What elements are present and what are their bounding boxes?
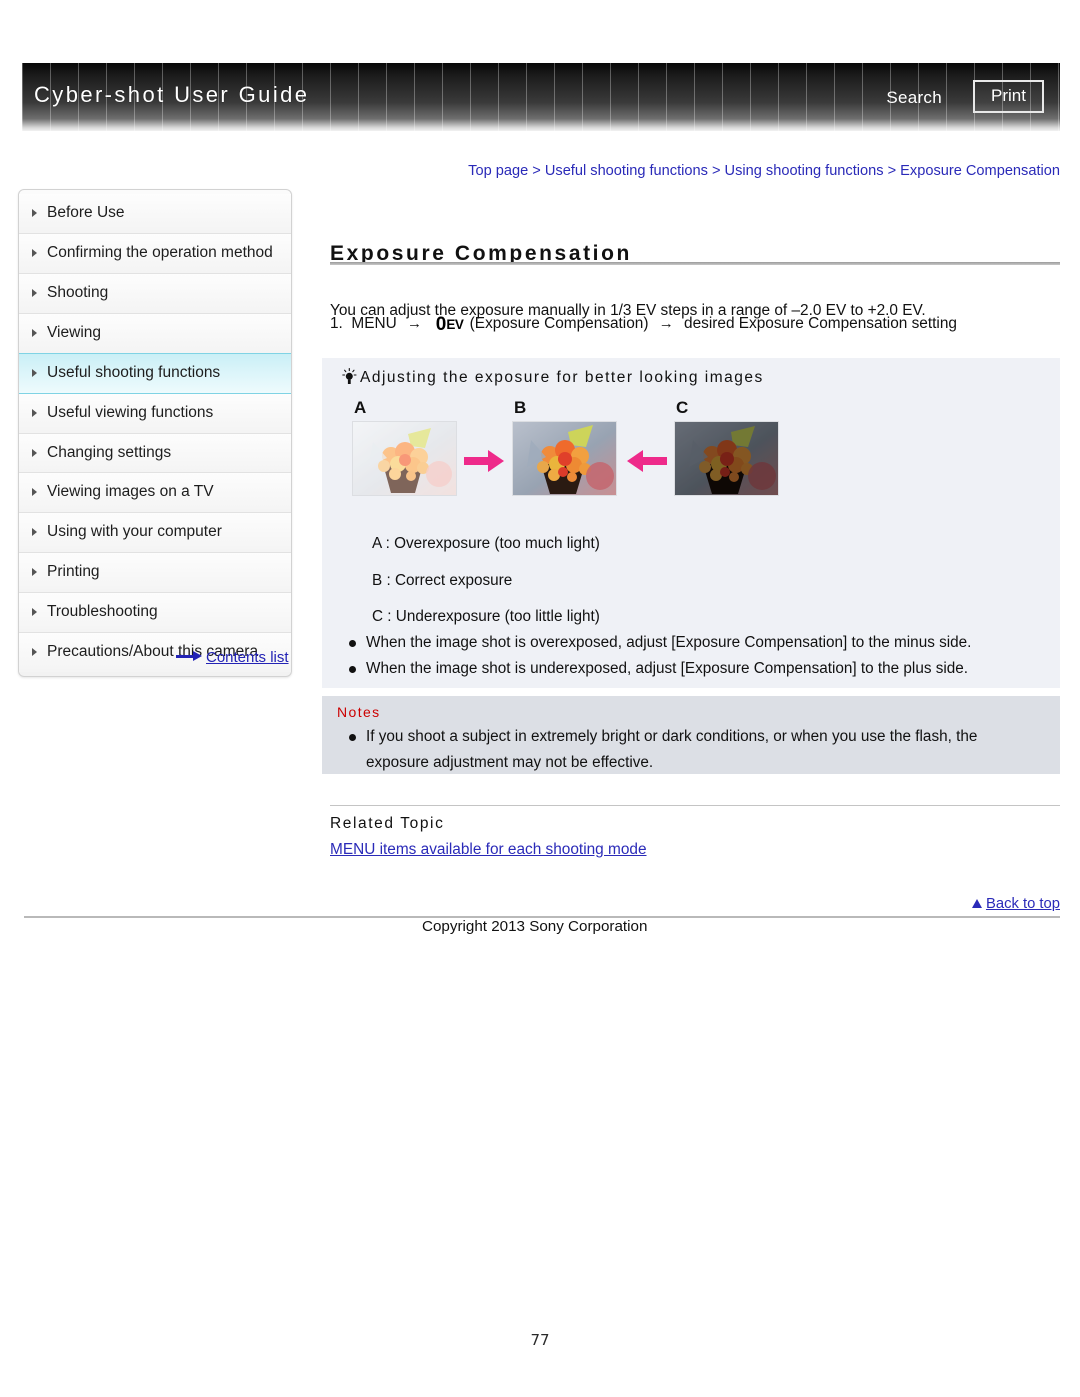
arrow-right-glyph-2: → — [658, 315, 674, 332]
related-topic-link[interactable]: MENU items available for each shooting m… — [330, 841, 647, 859]
triangle-right-icon — [32, 528, 37, 537]
tip-heading-text: Adjusting the exposure for better lookin… — [360, 369, 764, 386]
sidebar-item-label: Before Use — [47, 204, 125, 221]
sidebar-item-label: Confirming the operation method — [47, 243, 273, 261]
triangle-right-icon — [32, 488, 37, 497]
caption-b: B : Correct exposure — [372, 571, 513, 589]
contents-list-link[interactable]: Contents list — [176, 649, 289, 666]
triangle-right-icon — [32, 608, 37, 617]
menu-label: MENU — [351, 315, 397, 332]
breadcrumb[interactable]: Top page > Useful shooting functions > U… — [330, 163, 1060, 179]
sidebar-item-useful-viewing-functions[interactable]: Useful viewing functions — [19, 393, 291, 434]
sidebar-item-viewing[interactable]: Viewing — [19, 313, 291, 354]
photo-overexposed — [352, 421, 457, 496]
search-button[interactable]: Search — [886, 88, 942, 108]
sidebar-item-label: Shooting — [47, 283, 109, 301]
copyright-text: Copyright 2013 Sony Corporation — [422, 918, 648, 935]
triangle-right-icon — [32, 209, 37, 217]
photo-label-b: B — [514, 398, 527, 417]
sidebar-item-label: Changing settings — [47, 443, 172, 461]
notes-heading: Notes — [337, 704, 381, 720]
notes-bullet: If you shoot a subject in extremely brig… — [342, 724, 1032, 776]
triangle-right-icon — [32, 288, 37, 297]
tip-box: Adjusting the exposure for better lookin… — [322, 358, 1060, 688]
notes-box: Notes If you shoot a subject in extremel… — [322, 696, 1060, 774]
sidebar-item-label: Useful shooting functions — [47, 363, 221, 381]
related-topic-heading: Related Topic — [330, 815, 445, 832]
photo-underexposed — [674, 421, 779, 496]
tip-heading: Adjusting the exposure for better lookin… — [342, 368, 764, 387]
triangle-right-icon — [32, 248, 37, 257]
arrow-right-glyph-1: → — [407, 315, 423, 332]
sidebar-item-confirming-the-operation-method[interactable]: Confirming the operation method — [19, 233, 291, 274]
sidebar-item-label: Printing — [47, 563, 100, 581]
exposure-compensation-icon: 0EV — [435, 314, 464, 335]
caption-a: A : Overexposure (too much light) — [372, 535, 600, 552]
sidebar-item-troubleshooting[interactable]: Troubleshooting — [19, 593, 291, 634]
triangle-right-icon — [32, 328, 37, 337]
notes-bullet-list: If you shoot a subject in extremely brig… — [342, 724, 1032, 776]
sidebar-item-printing[interactable]: Printing — [19, 553, 291, 594]
lightbulb-icon — [342, 368, 357, 385]
triangle-right-icon — [32, 368, 37, 377]
arrow-right-pink-1 — [464, 450, 504, 477]
sidebar-nav: Before Use Confirming the operation metho… — [18, 189, 292, 678]
back-to-top-label: Back to top — [985, 896, 1060, 912]
arrow-left-pink-1 — [627, 450, 667, 477]
triangle-right-icon — [32, 448, 37, 457]
site-title: Cyber-shot User Guide — [34, 82, 310, 107]
photo-captions: A : Overexposure (too much light) B : Co… — [372, 526, 600, 636]
page-number: 77 — [530, 1331, 550, 1349]
sidebar-item-label: Using with your computer — [47, 523, 222, 541]
title-divider — [330, 262, 1060, 265]
tip-bullet: When the image shot is underexposed, adj… — [342, 656, 1042, 682]
step-tail-text: desired Exposure Compensation setting — [684, 315, 957, 332]
sidebar-item-viewing-images-on-a-tv[interactable]: Viewing images on a TV — [19, 473, 291, 514]
procedure-step-1: 1. MENU → 0EV (Exposure Compensation) → … — [330, 315, 1065, 334]
step-number: 1. — [330, 315, 343, 332]
photo-correct-exposure — [512, 421, 617, 496]
contents-list-label: Contents list — [206, 649, 289, 666]
sidebar-item-useful-shooting-functions[interactable]: Useful shooting functions — [19, 352, 291, 394]
triangle-right-icon — [32, 568, 37, 577]
sidebar-item-before-use[interactable]: Before Use — [19, 194, 291, 234]
arrow-right-icon — [176, 651, 202, 661]
sidebar-item-label: Troubleshooting — [47, 603, 158, 621]
sidebar-item-label: Viewing images on a TV — [47, 483, 214, 501]
related-topic-divider — [330, 805, 1060, 806]
exposure-figure: A B C — [352, 398, 802, 508]
site-header-banner: Cyber-shot User Guide Search Print — [22, 63, 1060, 131]
sidebar-item-label: Viewing — [47, 323, 102, 341]
photo-label-a: A — [354, 398, 367, 417]
tip-bullet-list: When the image shot is overexposed, adju… — [342, 630, 1042, 682]
back-to-top-link[interactable]: Back to top — [971, 896, 1060, 912]
sidebar-item-using-with-your-computer[interactable]: Using with your computer — [19, 513, 291, 554]
photo-label-c: C — [676, 398, 689, 417]
triangle-up-icon — [971, 899, 982, 908]
sidebar-item-changing-settings[interactable]: Changing settings — [19, 433, 291, 474]
sidebar-item-shooting[interactable]: Shooting — [19, 273, 291, 314]
tip-bullet: When the image shot is overexposed, adju… — [342, 630, 1042, 656]
sidebar-item-label: Useful viewing functions — [47, 403, 214, 421]
step-paren-text: (Exposure Compensation) — [469, 315, 649, 332]
print-button[interactable]: Print — [973, 80, 1044, 113]
triangle-right-icon — [32, 648, 37, 657]
triangle-right-icon — [32, 408, 37, 417]
